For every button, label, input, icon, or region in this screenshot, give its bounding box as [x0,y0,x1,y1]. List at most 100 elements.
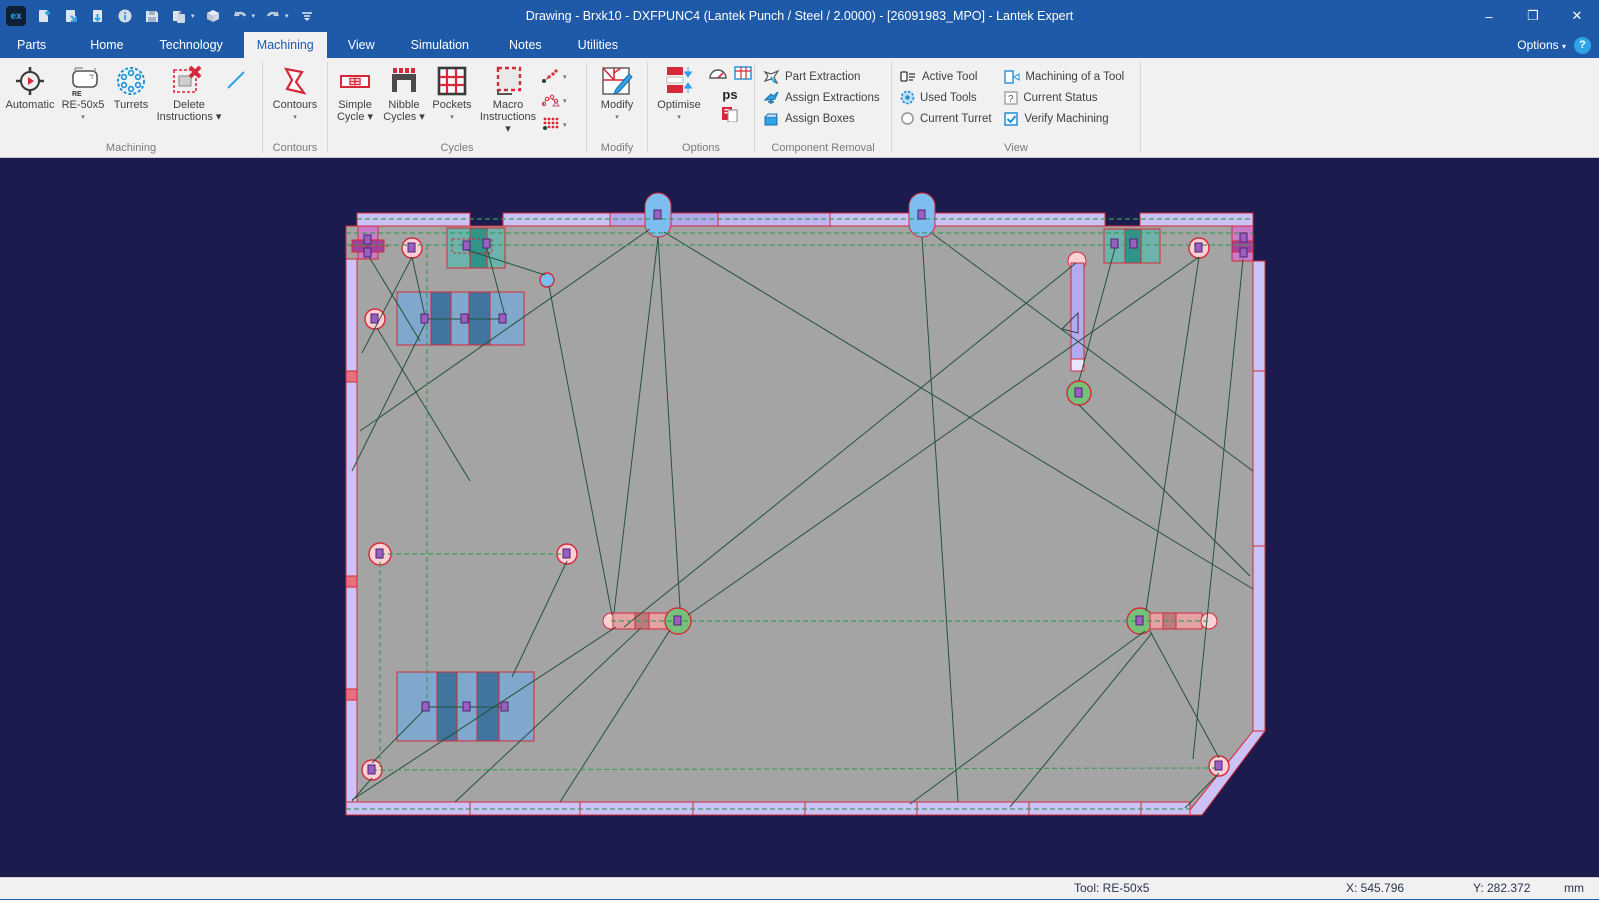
status-bar: Tool: RE-50x5 X: 545.796 Y: 282.372 mm [0,877,1599,899]
assign-boxes-button[interactable]: Assign Boxes [763,110,883,127]
status-active-tool: Tool: RE-50x5 [1074,881,1149,895]
used-tools-icon [900,90,915,105]
group-label-component-removal: Component Removal [757,139,889,157]
ps-button[interactable]: ps [708,87,752,102]
save-icon[interactable] [143,7,161,25]
turret-icon [114,63,148,99]
table-icon [734,66,752,80]
view-active-tool-button[interactable]: Active Tool [900,68,992,85]
tab-parts[interactable]: Parts [4,32,59,58]
import-part-icon[interactable] [89,7,107,25]
punch-matrix-button[interactable]: ▾ [540,114,567,134]
window-controls: – ❐ ✕ [1467,0,1599,32]
info-icon[interactable] [116,7,134,25]
help-button[interactable]: ? [1574,37,1591,54]
gauge-button[interactable] [708,66,728,85]
redo-icon[interactable] [264,7,282,25]
svg-text:?: ? [1008,94,1014,105]
status-x-coordinate: X: 545.796 [1346,881,1404,895]
optimise-button[interactable]: Optimise ▾ [650,60,708,124]
nibble-cycles-icon [387,63,421,99]
part-extraction-button[interactable]: Part Extraction [763,68,883,85]
options-menu[interactable]: Options ▾ [1517,38,1566,52]
undo-dropdown-arrow[interactable]: ▾ [252,12,256,20]
delete-instructions-icon [170,63,208,99]
assign-extractions-icon [763,90,780,105]
current-turret-icon [900,111,915,126]
undo-icon[interactable] [231,7,249,25]
verify-machining-icon [1004,112,1019,126]
redo-dropdown-arrow[interactable]: ▾ [285,12,289,20]
gauge-icon [708,66,728,80]
ribbon-group-view: Active Tool Used Tools Current Turret Ma… [892,58,1140,157]
tab-view[interactable]: View [335,32,388,58]
open-part-icon[interactable] [62,7,80,25]
group-label-machining: Machining [2,139,260,157]
quick-access-toolbar: ex ▾ ▾ ▾ [0,6,316,26]
macro-instructions-icon [490,63,526,99]
nibble-cycles-button[interactable]: Nibble Cycles ▾ [380,60,428,123]
group-label-cycles: Cycles [330,139,584,157]
punch-matrix-icon [540,115,560,133]
table-button[interactable] [734,66,752,85]
macro-instructions-button[interactable]: Macro Instructions ▾ [476,60,540,135]
minimize-button[interactable]: – [1467,0,1511,32]
new-part-icon[interactable] [35,7,53,25]
ribbon-group-modify: Modify ▾ Modify [587,58,647,157]
tab-simulation[interactable]: Simulation [398,32,482,58]
report-icon[interactable] [204,7,222,25]
paste-dropdown-arrow[interactable]: ▾ [191,12,195,20]
machining-of-a-tool-icon [1004,70,1020,84]
punch-along-line-button[interactable]: ▾ [540,66,567,86]
group-label-modify: Modify [589,139,645,157]
modify-icon [600,63,634,99]
tab-home[interactable]: Home [77,32,136,58]
group-label-options: Options [650,139,752,157]
simple-cycle-button[interactable]: Simple Cycle ▾ [330,60,380,123]
automatic-button[interactable]: Automatic [2,60,58,111]
ribbon-group-cycles: Simple Cycle ▾ Nibble Cycles ▾ Pockets ▾ [328,58,586,157]
status-units: mm [1564,881,1584,895]
assign-extractions-button[interactable]: Assign Extractions [763,89,883,106]
blue-line-icon [224,68,248,92]
svg-text:RE: RE [72,91,82,98]
view-used-tools-button[interactable]: Used Tools [900,89,992,106]
delete-instructions-button[interactable]: Delete Instructions ▾ [154,60,224,123]
tab-utilities[interactable]: Utilities [565,32,631,58]
active-tool-icon [900,70,917,83]
contours-button[interactable]: Contours ▾ [267,60,323,124]
drawing-canvas[interactable] [0,158,1599,877]
view-machining-of-a-tool-button[interactable]: Machining of a Tool [1004,68,1132,85]
app-logo-icon[interactable]: ex [6,6,26,26]
paste-icon[interactable] [170,7,188,25]
tab-notes[interactable]: Notes [496,32,555,58]
pockets-icon [435,63,469,99]
restore-button[interactable]: ❐ [1511,0,1555,32]
current-status-icon: ? [1004,91,1018,105]
punch-along-arc-button[interactable]: ▾ [540,90,567,110]
manual-punch-line-button[interactable] [224,60,248,97]
customize-toolbar-icon[interactable] [298,7,316,25]
close-button[interactable]: ✕ [1555,0,1599,32]
ribbon-group-contours: Contours ▾ Contours [263,58,327,157]
tab-machining[interactable]: Machining [244,32,327,58]
optimise-icon [661,63,697,99]
view-verify-machining-button[interactable]: Verify Machining [1004,110,1132,127]
ribbon-group-component-removal: Part Extraction Assign Extractions Assig… [755,58,891,157]
automatic-icon [14,63,46,99]
view-current-turret-button[interactable]: Current Turret [900,110,992,127]
menu-bar: Parts Home Technology Machining View Sim… [0,32,1599,58]
punch-line-icon [540,67,560,85]
ribbon-group-options: Optimise ▾ ps Options [648,58,754,157]
re-tool-icon: RE [65,63,101,99]
active-tool-dropdown-button[interactable]: RE RE-50x5 ▾ [58,60,108,124]
assign-boxes-icon [763,111,780,126]
documents-button[interactable] [708,104,752,127]
tab-technology[interactable]: Technology [147,32,236,58]
turrets-button[interactable]: Turrets [108,60,154,111]
nesting-drawing[interactable] [0,158,1599,877]
view-current-status-button[interactable]: ? Current Status [1004,89,1132,106]
modify-button[interactable]: Modify ▾ [589,60,645,124]
ribbon: Automatic RE RE-50x5 ▾ Turrets Delete In [0,58,1599,158]
pockets-button[interactable]: Pockets ▾ [428,60,476,124]
